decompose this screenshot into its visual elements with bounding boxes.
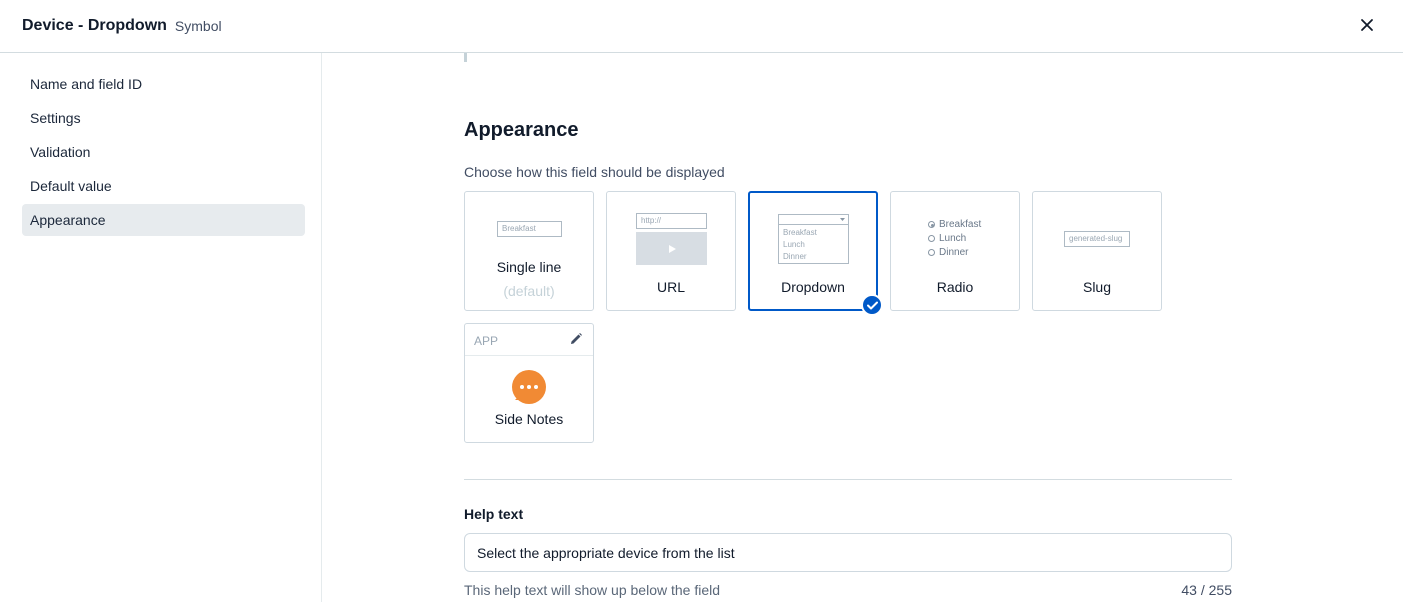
radio-preview-row: Breakfast	[928, 219, 981, 230]
section-title: Appearance	[464, 119, 579, 141]
option-label: Side Notes	[494, 411, 564, 427]
appearance-option-side-notes[interactable]: APP Side Notes	[464, 323, 594, 443]
option-label: URL	[656, 279, 685, 295]
dropdown-preview-item: Lunch	[783, 240, 805, 249]
appearance-option-url[interactable]: http:// URL	[606, 191, 736, 311]
dropdown-preview-item: Breakfast	[783, 228, 817, 237]
radio-preview-label: Breakfast	[939, 219, 982, 230]
help-text-label: Help text	[464, 506, 524, 522]
radio-unselected-icon	[928, 235, 935, 242]
sidebar-nav: Name and field ID Settings Validation De…	[0, 53, 322, 602]
section-divider	[464, 479, 1232, 480]
option-label: Dropdown	[781, 279, 845, 295]
single-line-preview: Breakfast	[497, 221, 562, 237]
url-preview-input: http://	[636, 213, 707, 229]
sidebar-item-appearance[interactable]: Appearance	[22, 204, 305, 236]
option-label: Single line	[496, 259, 562, 275]
selected-badge	[861, 294, 883, 316]
scroll-indicator	[464, 53, 467, 62]
pencil-icon	[571, 333, 582, 344]
radio-selected-icon	[928, 221, 935, 228]
sidebar-item-settings[interactable]: Settings	[22, 102, 305, 134]
url-preview-media	[636, 232, 707, 265]
section-description: Choose how this field should be displaye…	[464, 164, 725, 180]
dropdown-preview-select	[779, 215, 848, 225]
checkmark-icon	[866, 301, 878, 309]
modal-header: Device - Dropdown Symbol	[0, 0, 1403, 53]
help-text-input[interactable]	[464, 533, 1232, 572]
close-icon	[1361, 19, 1373, 31]
dropdown-preview: Breakfast Lunch Dinner	[778, 214, 849, 264]
sidebar-item-default-value[interactable]: Default value	[22, 170, 305, 202]
option-label: Radio	[936, 279, 974, 295]
appearance-option-single-line[interactable]: Breakfast Single line (default)	[464, 191, 594, 311]
chat-bubble-icon	[511, 370, 547, 411]
play-icon	[668, 244, 676, 253]
modal-title: Device - Dropdown	[22, 17, 167, 34]
dropdown-preview-item: Dinner	[783, 252, 807, 261]
appearance-option-dropdown[interactable]: Breakfast Lunch Dinner Dropdown	[748, 191, 883, 316]
radio-unselected-icon	[928, 249, 935, 256]
radio-preview-row: Lunch	[928, 233, 966, 244]
main-panel: Appearance Choose how this field should …	[322, 53, 1403, 602]
option-sublabel: (default)	[503, 283, 555, 299]
app-card-header: APP	[465, 324, 593, 356]
appearance-option-radio[interactable]: Breakfast Lunch Dinner Radio	[890, 191, 1020, 311]
field-type-label: Symbol	[174, 18, 222, 34]
option-label: Slug	[1082, 279, 1112, 295]
sidebar-item-validation[interactable]: Validation	[22, 136, 305, 168]
appearance-option-slug[interactable]: generated-slug Slug	[1032, 191, 1162, 311]
slug-preview: generated-slug	[1064, 231, 1130, 247]
radio-preview-row: Dinner	[928, 247, 968, 258]
sidebar-item-name-and-field-id[interactable]: Name and field ID	[22, 68, 305, 100]
edit-app-button[interactable]	[569, 332, 583, 346]
character-count: 43 / 255	[1181, 582, 1232, 598]
app-tag: APP	[474, 334, 499, 348]
radio-preview-label: Lunch	[939, 233, 967, 244]
help-text-hint: This help text will show up below the fi…	[464, 582, 721, 598]
close-button[interactable]	[1357, 15, 1377, 35]
caret-down-icon	[840, 218, 845, 221]
radio-preview-label: Dinner	[939, 247, 969, 258]
